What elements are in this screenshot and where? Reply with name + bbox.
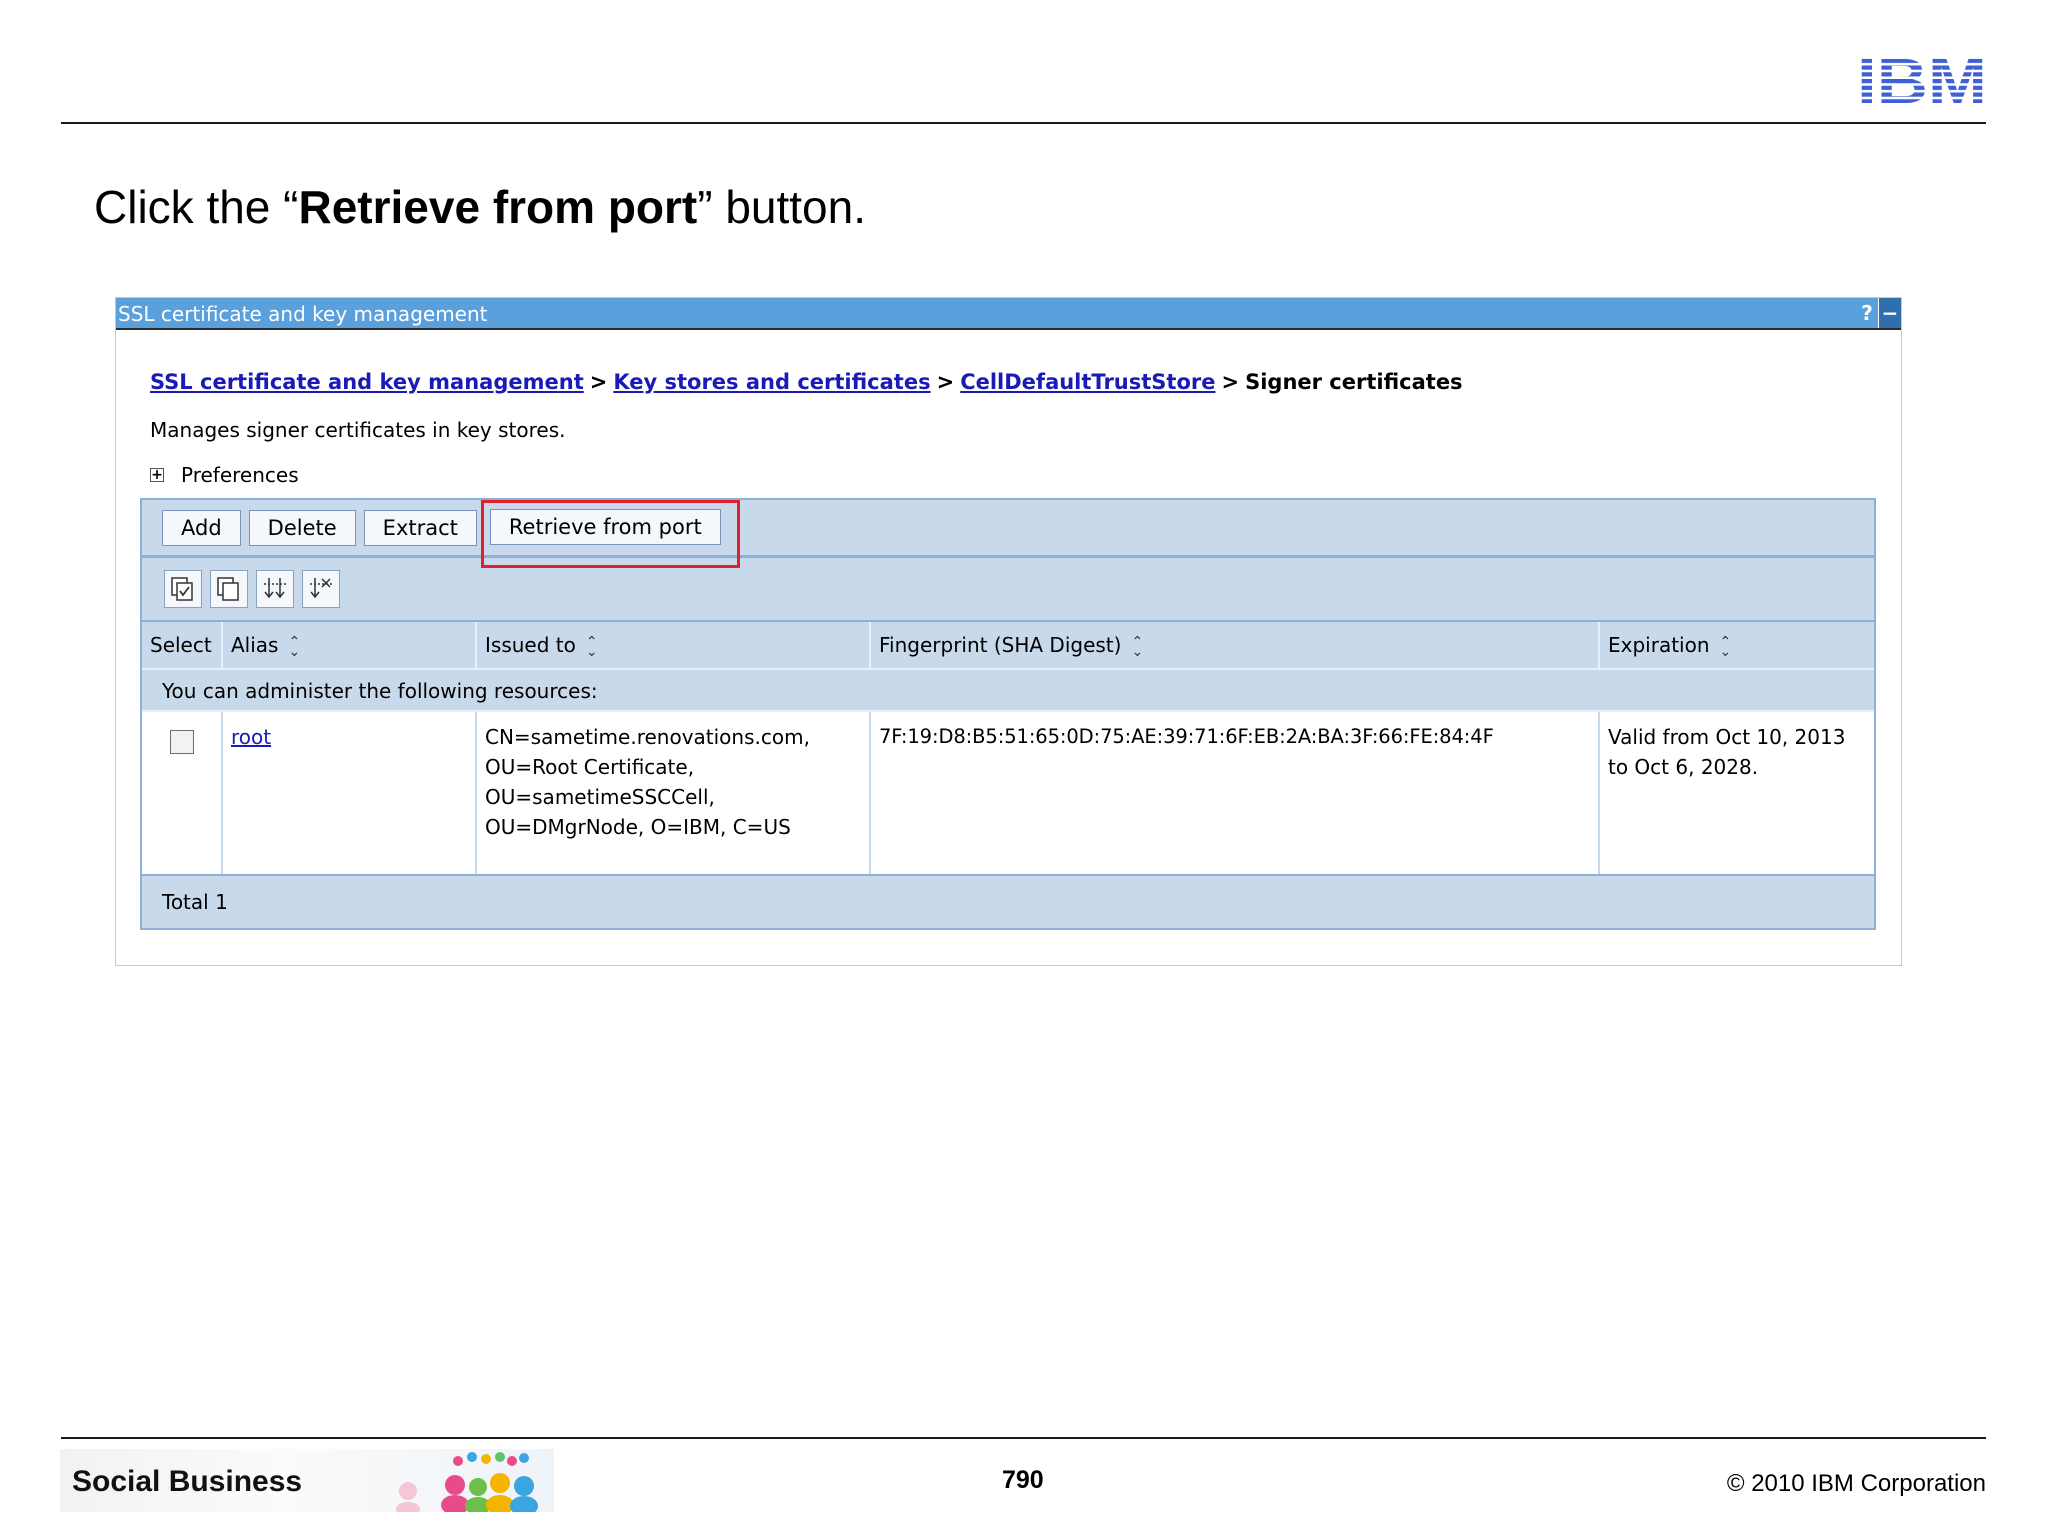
header-rule (61, 122, 1986, 124)
breadcrumb-link-key-stores[interactable]: Key stores and certificates (613, 370, 930, 394)
panel-titlebar: SSL certificate and key management ? − (116, 298, 1901, 330)
page-description: Manages signer certificates in key store… (150, 418, 566, 442)
clear-filter-icon[interactable] (302, 570, 340, 608)
expiration-cell: Valid from Oct 10, 2013 to Oct 6, 2028. (1600, 712, 1874, 874)
breadcrumb: SSL certificate and key management > Key s… (150, 370, 1463, 394)
delete-button[interactable]: Delete (248, 509, 356, 546)
sort-icon[interactable]: ⌃ ⌄ (1131, 635, 1143, 659)
table-total: Total 1 (142, 874, 1874, 928)
panel-title: SSL certificate and key management (118, 302, 488, 326)
sort-icon[interactable]: ⌃ ⌄ (288, 635, 300, 659)
page-number: 790 (1002, 1466, 1044, 1494)
preferences-toggle[interactable]: + Preferences (150, 463, 299, 487)
table-header-row: Select Alias ⌃ ⌄ Issued to ⌃ ⌄ Fingerprint (… (142, 622, 1874, 668)
expiration-line: to Oct 6, 2028. (1608, 755, 1759, 779)
help-icon[interactable]: ? (1856, 298, 1878, 328)
deselect-all-icon[interactable] (210, 570, 248, 608)
column-header-expiration[interactable]: Expiration ⌃ ⌄ (1600, 622, 1874, 668)
column-header-issued-to[interactable]: Issued to ⌃ ⌄ (477, 622, 871, 668)
footer-rule (61, 1437, 1986, 1439)
breadcrumb-separator: > (936, 370, 955, 394)
breadcrumb-link-ssl-management[interactable]: SSL certificate and key management (150, 370, 584, 394)
select-all-icon[interactable] (164, 570, 202, 608)
ssl-management-panel: SSL certificate and key management ? − S… (115, 297, 1902, 966)
icon-toolbar (142, 558, 1874, 622)
add-button[interactable]: Add (162, 509, 241, 546)
issued-to-line: OU=sametimeSSCCell, (485, 785, 715, 809)
fingerprint-cell: 7F:19:D8:B5:51:65:0D:75:AE:39:71:6F:EB:2… (871, 712, 1600, 874)
issued-to-line: OU=Root Certificate, (485, 755, 695, 779)
alias-cell: root (223, 712, 477, 874)
alias-link-root[interactable]: root (231, 725, 271, 749)
row-checkbox[interactable] (169, 730, 194, 754)
footer-brand-banner: Social Business (60, 1449, 554, 1512)
preferences-label: Preferences (181, 463, 299, 487)
fingerprint-value: 7F:19:D8:B5:51:65:0D:75:AE:39:71:6F:EB:2… (879, 725, 1494, 748)
select-cell (142, 712, 223, 874)
breadcrumb-link-trust-store[interactable]: CellDefaultTrustStore (960, 370, 1215, 394)
breadcrumb-separator: > (589, 370, 608, 394)
highlight-box: Retrieve from port (480, 499, 740, 568)
signer-certificates-table: Add Delete Extract Retrieve from port Se… (140, 498, 1876, 930)
breadcrumb-current: Signer certificates (1245, 370, 1463, 394)
plus-box-icon[interactable]: + (150, 468, 164, 482)
people-graphic-icon (396, 1452, 538, 1512)
slide-instruction: Click the “Retrieve from port” button. (94, 181, 867, 233)
button-toolbar: Add Delete Extract Retrieve from port (142, 499, 1874, 568)
copyright-text: © 2010 IBM Corporation (1726, 1470, 1986, 1497)
sort-icon[interactable]: ⌃ ⌄ (586, 635, 598, 659)
footer-brand-label: Social Business (72, 1465, 303, 1498)
column-header-select: Select (142, 622, 223, 668)
resources-note: You can administer the following resourc… (142, 668, 1874, 712)
sort-icon[interactable]: ⌃ ⌄ (1720, 635, 1732, 659)
issued-to-cell: CN=sametime.renovations.com, OU=Root Cer… (477, 712, 871, 874)
table-row: root CN=sametime.renovations.com, OU=Roo… (142, 712, 1874, 874)
issued-to-line: CN=sametime.renovations.com, (485, 725, 810, 749)
column-header-alias[interactable]: Alias ⌃ ⌄ (223, 622, 477, 668)
column-header-fingerprint[interactable]: Fingerprint (SHA Digest) ⌃ ⌄ (871, 622, 1600, 668)
expiration-line: Valid from Oct 10, 2013 (1608, 725, 1846, 749)
minimize-icon[interactable]: − (1878, 298, 1901, 328)
retrieve-from-port-button[interactable]: Retrieve from port (489, 508, 721, 545)
show-filter-icon[interactable] (256, 570, 294, 608)
issued-to-line: OU=DMgrNode, O=IBM, C=US (485, 815, 791, 839)
breadcrumb-separator: > (1221, 370, 1240, 394)
extract-button[interactable]: Extract (363, 509, 477, 546)
ibm-logo: IBM (1856, 52, 1988, 106)
